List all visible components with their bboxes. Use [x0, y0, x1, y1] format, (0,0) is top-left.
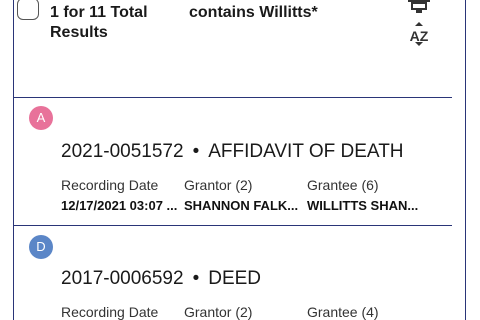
recording-date-label: Recording Date: [61, 304, 159, 320]
result-card[interactable]: D 2017-0006592 • DEED Recording Date Grant…: [13, 225, 465, 320]
doc-number: 2021-0051572: [61, 141, 184, 162]
grantor-label: Grantor (2): [184, 304, 253, 320]
search-results-page: 1 for 11 Total Results contains Willitts…: [0, 0, 480, 320]
result-badge: A: [29, 106, 53, 130]
grantee-label: Grantee (6): [307, 177, 379, 193]
grantee-label: Grantee (4): [307, 304, 379, 320]
sort-az-icon[interactable]: AZ: [405, 22, 433, 46]
frame-right-border: [465, 0, 466, 320]
result-card[interactable]: A 2021-0051572 • AFFIDAVIT OF DEATH Record…: [13, 97, 465, 225]
recording-date-value: 12/17/2021 03:07 ...: [61, 198, 178, 213]
title-separator: •: [192, 141, 200, 162]
search-filter-text: contains Willitts*: [189, 4, 318, 21]
grantor-value: SHANNON FALK...: [184, 198, 299, 213]
sort-az-label: AZ: [410, 28, 429, 44]
result-title[interactable]: 2017-0006592 • DEED: [61, 268, 261, 290]
doc-number: 2017-0006592: [61, 268, 184, 289]
title-separator: •: [192, 268, 200, 289]
filter-icon[interactable]: [405, 0, 433, 14]
result-title[interactable]: 2021-0051572 • AFFIDAVIT OF DEATH: [61, 141, 404, 163]
results-count-line2: Results: [50, 24, 108, 41]
grantee-value: WILLITTS SHAN...: [307, 198, 419, 213]
recording-date-label: Recording Date: [61, 177, 159, 193]
doc-type: AFFIDAVIT OF DEATH: [208, 141, 404, 162]
doc-type: DEED: [208, 268, 262, 289]
grantor-label: Grantor (2): [184, 177, 253, 193]
results-count: 1 for 11 Total Results: [50, 3, 200, 43]
result-badge: D: [29, 235, 53, 259]
results-count-line1: 1 for 11 Total: [50, 4, 148, 21]
select-all-checkbox[interactable]: [17, 0, 39, 20]
